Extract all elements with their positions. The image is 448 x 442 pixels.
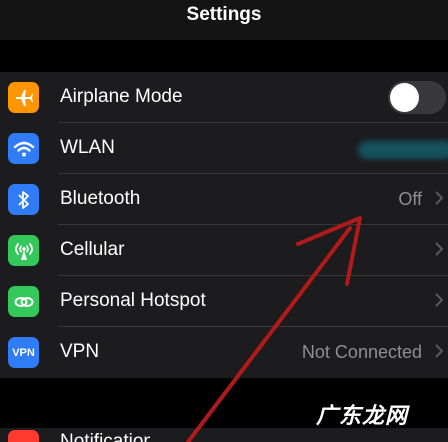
annotation-arrow — [186, 216, 362, 442]
watermark: 广东龙网 — [316, 403, 409, 429]
